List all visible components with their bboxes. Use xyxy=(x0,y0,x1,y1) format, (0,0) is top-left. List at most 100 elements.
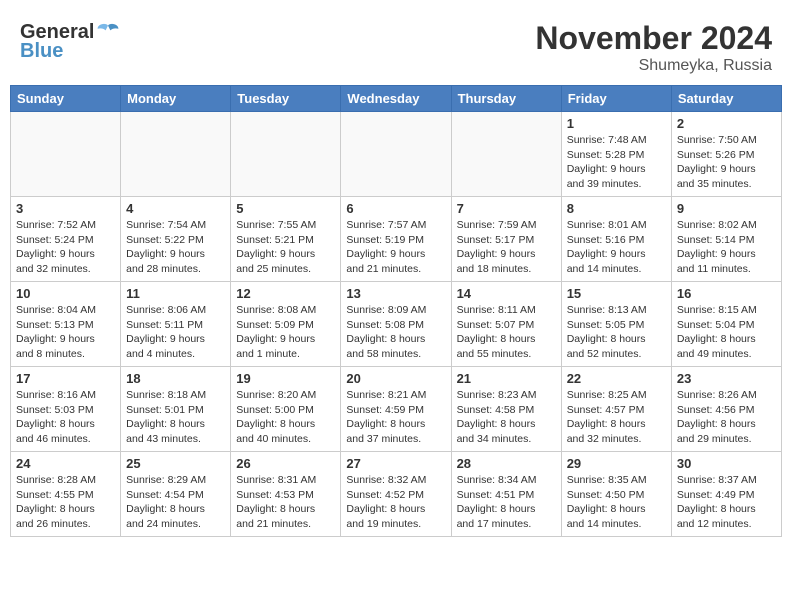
day-number: 9 xyxy=(677,201,776,216)
calendar-cell: 12 Sunrise: 8:08 AM Sunset: 5:09 PM Dayli… xyxy=(231,282,341,367)
page-header: General Blue November 2024 Shumeyka, Rus… xyxy=(10,10,782,80)
calendar-cell: 10 Sunrise: 8:04 AM Sunset: 5:13 PM Dayli… xyxy=(11,282,121,367)
calendar-cell: 20Sunrise: 8:21 AM Sunset: 4:59 PM Dayli… xyxy=(341,367,451,452)
day-number: 7 xyxy=(457,201,556,216)
calendar-cell: 2Sunrise: 7:50 AM Sunset: 5:26 PM Daylig… xyxy=(671,112,781,197)
logo: General Blue xyxy=(20,20,120,63)
calendar-table: SundayMondayTuesdayWednesdayThursdayFrid… xyxy=(10,85,782,537)
day-info: Sunrise: 8:35 AM Sunset: 4:50 PM Dayligh… xyxy=(567,473,666,532)
calendar-cell xyxy=(451,112,561,197)
day-header-wednesday: Wednesday xyxy=(341,86,451,112)
day-number: 18 xyxy=(126,371,225,386)
calendar-cell xyxy=(11,112,121,197)
week-row-3: 10 Sunrise: 8:04 AM Sunset: 5:13 PM Dayli… xyxy=(11,282,782,367)
calendar-cell: 11 Sunrise: 8:06 AM Sunset: 5:11 PM Dayli… xyxy=(121,282,231,367)
calendar-cell: 22Sunrise: 8:25 AM Sunset: 4:57 PM Dayli… xyxy=(561,367,671,452)
day-info: Sunrise: 8:21 AM Sunset: 4:59 PM Dayligh… xyxy=(346,388,445,447)
day-number: 8 xyxy=(567,201,666,216)
day-number: 14 xyxy=(457,286,556,301)
calendar-cell: 26Sunrise: 8:31 AM Sunset: 4:53 PM Dayli… xyxy=(231,452,341,537)
calendar-cell: 29 Sunrise: 8:35 AM Sunset: 4:50 PM Dayli… xyxy=(561,452,671,537)
calendar-cell: 27Sunrise: 8:32 AM Sunset: 4:52 PM Dayli… xyxy=(341,452,451,537)
calendar-cell xyxy=(231,112,341,197)
calendar-cell: 8 Sunrise: 8:01 AM Sunset: 5:16 PM Daylig… xyxy=(561,197,671,282)
day-info: Sunrise: 8:34 AM Sunset: 4:51 PM Dayligh… xyxy=(457,473,556,532)
day-number: 1 xyxy=(567,116,666,131)
day-info: Sunrise: 8:01 AM Sunset: 5:16 PM Dayligh… xyxy=(567,218,666,277)
day-number: 24 xyxy=(16,456,115,471)
day-number: 16 xyxy=(677,286,776,301)
day-info: Sunrise: 7:52 AM Sunset: 5:24 PM Dayligh… xyxy=(16,218,115,277)
calendar-cell xyxy=(341,112,451,197)
day-info: Sunrise: 8:09 AM Sunset: 5:08 PM Dayligh… xyxy=(346,303,445,362)
calendar-cell: 15 Sunrise: 8:13 AM Sunset: 5:05 PM Dayli… xyxy=(561,282,671,367)
calendar-cell: 5 Sunrise: 7:55 AM Sunset: 5:21 PM Daylig… xyxy=(231,197,341,282)
day-number: 12 xyxy=(236,286,335,301)
day-info: Sunrise: 8:15 AM Sunset: 5:04 PM Dayligh… xyxy=(677,303,776,362)
calendar-cell: 3 Sunrise: 7:52 AM Sunset: 5:24 PM Daylig… xyxy=(11,197,121,282)
day-info: Sunrise: 8:29 AM Sunset: 4:54 PM Dayligh… xyxy=(126,473,225,532)
day-info: Sunrise: 8:02 AM Sunset: 5:14 PM Dayligh… xyxy=(677,218,776,277)
day-header-tuesday: Tuesday xyxy=(231,86,341,112)
calendar-cell: 16 Sunrise: 8:15 AM Sunset: 5:04 PM Dayli… xyxy=(671,282,781,367)
week-row-4: 17Sunrise: 8:16 AM Sunset: 5:03 PM Dayli… xyxy=(11,367,782,452)
logo-bird-icon xyxy=(96,20,120,44)
calendar-cell: 25 Sunrise: 8:29 AM Sunset: 4:54 PM Dayli… xyxy=(121,452,231,537)
day-number: 2 xyxy=(677,116,776,131)
day-info: Sunrise: 7:48 AM Sunset: 5:28 PM Dayligh… xyxy=(567,133,666,192)
day-info: Sunrise: 7:54 AM Sunset: 5:22 PM Dayligh… xyxy=(126,218,225,277)
day-header-saturday: Saturday xyxy=(671,86,781,112)
day-number: 25 xyxy=(126,456,225,471)
day-info: Sunrise: 7:59 AM Sunset: 5:17 PM Dayligh… xyxy=(457,218,556,277)
day-number: 21 xyxy=(457,371,556,386)
location-title: Shumeyka, Russia xyxy=(535,57,772,75)
calendar-cell: 19Sunrise: 8:20 AM Sunset: 5:00 PM Dayli… xyxy=(231,367,341,452)
day-number: 22 xyxy=(567,371,666,386)
day-number: 4 xyxy=(126,201,225,216)
day-number: 23 xyxy=(677,371,776,386)
calendar-cell xyxy=(121,112,231,197)
calendar-cell: 21 Sunrise: 8:23 AM Sunset: 4:58 PM Dayli… xyxy=(451,367,561,452)
day-number: 28 xyxy=(457,456,556,471)
day-info: Sunrise: 7:57 AM Sunset: 5:19 PM Dayligh… xyxy=(346,218,445,277)
day-number: 3 xyxy=(16,201,115,216)
day-number: 15 xyxy=(567,286,666,301)
day-info: Sunrise: 8:11 AM Sunset: 5:07 PM Dayligh… xyxy=(457,303,556,362)
week-row-2: 3 Sunrise: 7:52 AM Sunset: 5:24 PM Daylig… xyxy=(11,197,782,282)
title-block: November 2024 Shumeyka, Russia xyxy=(535,20,772,75)
calendar-cell: 28 Sunrise: 8:34 AM Sunset: 4:51 PM Dayli… xyxy=(451,452,561,537)
calendar-cell: 6 Sunrise: 7:57 AM Sunset: 5:19 PM Daylig… xyxy=(341,197,451,282)
day-number: 17 xyxy=(16,371,115,386)
day-number: 29 xyxy=(567,456,666,471)
day-info: Sunrise: 7:55 AM Sunset: 5:21 PM Dayligh… xyxy=(236,218,335,277)
day-info: Sunrise: 8:32 AM Sunset: 4:52 PM Dayligh… xyxy=(346,473,445,532)
calendar-cell: 24Sunrise: 8:28 AM Sunset: 4:55 PM Dayli… xyxy=(11,452,121,537)
day-number: 11 xyxy=(126,286,225,301)
day-number: 5 xyxy=(236,201,335,216)
day-info: Sunrise: 8:23 AM Sunset: 4:58 PM Dayligh… xyxy=(457,388,556,447)
day-number: 6 xyxy=(346,201,445,216)
day-info: Sunrise: 8:26 AM Sunset: 4:56 PM Dayligh… xyxy=(677,388,776,447)
day-info: Sunrise: 8:08 AM Sunset: 5:09 PM Dayligh… xyxy=(236,303,335,362)
day-number: 26 xyxy=(236,456,335,471)
day-info: Sunrise: 8:04 AM Sunset: 5:13 PM Dayligh… xyxy=(16,303,115,362)
calendar-cell: 13Sunrise: 8:09 AM Sunset: 5:08 PM Dayli… xyxy=(341,282,451,367)
day-number: 10 xyxy=(16,286,115,301)
calendar-cell: 9 Sunrise: 8:02 AM Sunset: 5:14 PM Daylig… xyxy=(671,197,781,282)
day-info: Sunrise: 8:06 AM Sunset: 5:11 PM Dayligh… xyxy=(126,303,225,362)
day-number: 30 xyxy=(677,456,776,471)
days-header-row: SundayMondayTuesdayWednesdayThursdayFrid… xyxy=(11,86,782,112)
calendar-cell: 18 Sunrise: 8:18 AM Sunset: 5:01 PM Dayli… xyxy=(121,367,231,452)
calendar-cell: 17Sunrise: 8:16 AM Sunset: 5:03 PM Dayli… xyxy=(11,367,121,452)
day-info: Sunrise: 8:13 AM Sunset: 5:05 PM Dayligh… xyxy=(567,303,666,362)
day-info: Sunrise: 8:37 AM Sunset: 4:49 PM Dayligh… xyxy=(677,473,776,532)
day-header-monday: Monday xyxy=(121,86,231,112)
day-header-friday: Friday xyxy=(561,86,671,112)
week-row-1: 1 Sunrise: 7:48 AM Sunset: 5:28 PM Daylig… xyxy=(11,112,782,197)
day-number: 19 xyxy=(236,371,335,386)
week-row-5: 24Sunrise: 8:28 AM Sunset: 4:55 PM Dayli… xyxy=(11,452,782,537)
day-header-thursday: Thursday xyxy=(451,86,561,112)
day-info: Sunrise: 8:18 AM Sunset: 5:01 PM Dayligh… xyxy=(126,388,225,447)
calendar-cell: 23 Sunrise: 8:26 AM Sunset: 4:56 PM Dayli… xyxy=(671,367,781,452)
calendar-cell: 14 Sunrise: 8:11 AM Sunset: 5:07 PM Dayli… xyxy=(451,282,561,367)
